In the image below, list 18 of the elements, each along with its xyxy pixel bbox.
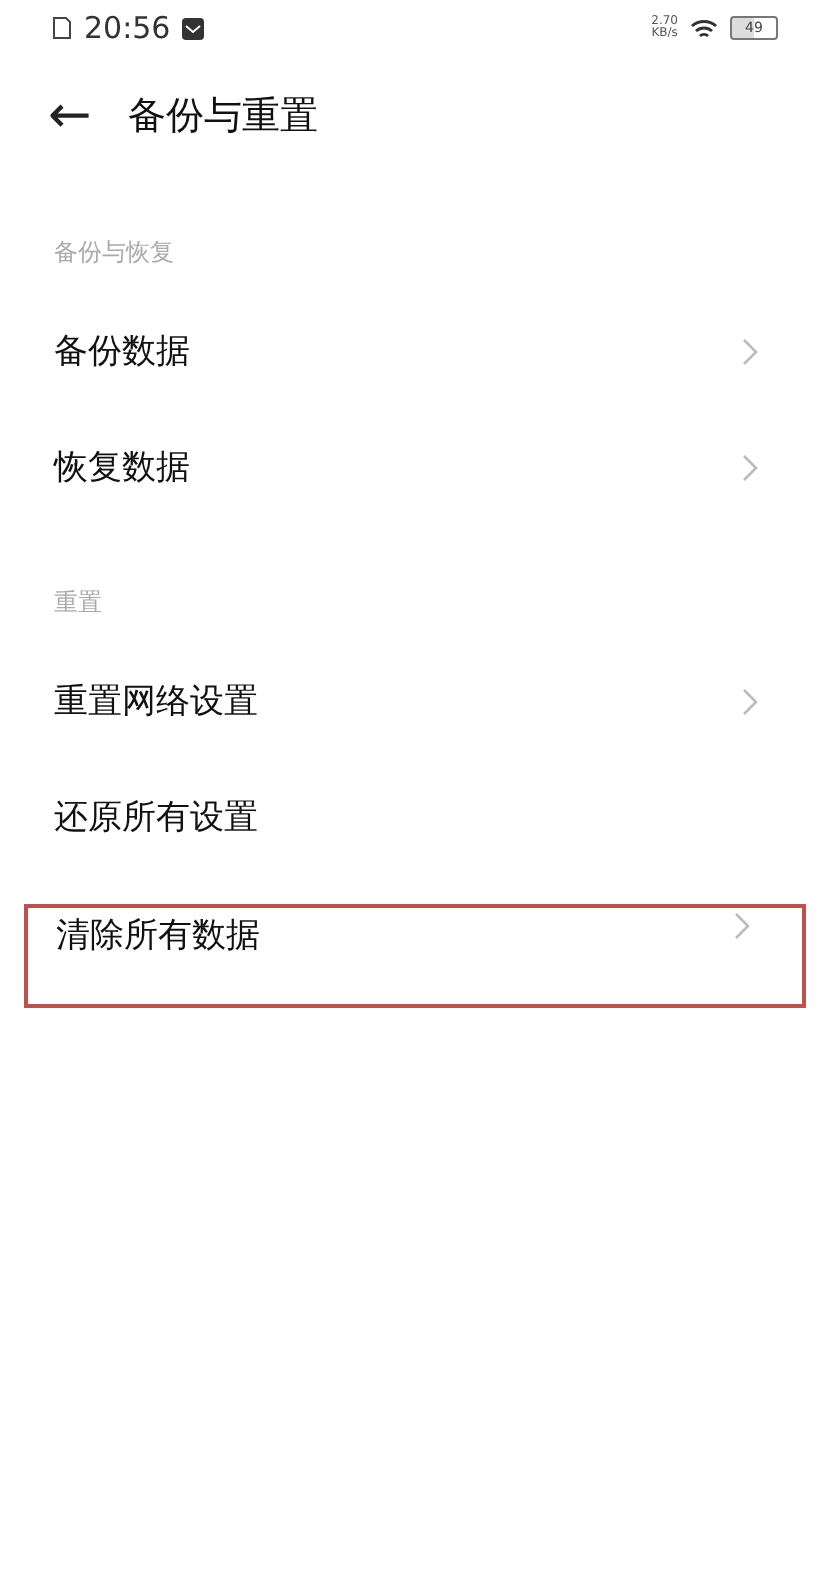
settings-item[interactable]: 还原所有设置 bbox=[54, 794, 758, 842]
chevron-icon bbox=[742, 688, 758, 716]
settings-item[interactable]: 清除所有数据 bbox=[56, 912, 734, 960]
status-time: 20:56 bbox=[84, 10, 171, 46]
highlighted-settings-row[interactable]: 清除所有数据 bbox=[24, 904, 806, 1008]
settings-item[interactable]: 恢复数据 bbox=[54, 444, 742, 492]
section-title: 重置 bbox=[52, 586, 104, 620]
section-title: 备份与恢复 bbox=[52, 236, 176, 270]
wifi-icon bbox=[690, 17, 718, 39]
chevron-icon bbox=[742, 454, 758, 482]
settings-item[interactable]: 备份数据 bbox=[54, 328, 742, 376]
settings-item[interactable]: 重置网络设置 bbox=[54, 678, 742, 726]
back-button[interactable]: ← bbox=[48, 90, 92, 142]
mail-icon bbox=[182, 17, 205, 39]
chevron-icon bbox=[742, 338, 758, 366]
chevron-icon bbox=[734, 912, 750, 940]
sim-icon bbox=[52, 16, 72, 40]
page-title: 备份与重置 bbox=[127, 92, 318, 142]
